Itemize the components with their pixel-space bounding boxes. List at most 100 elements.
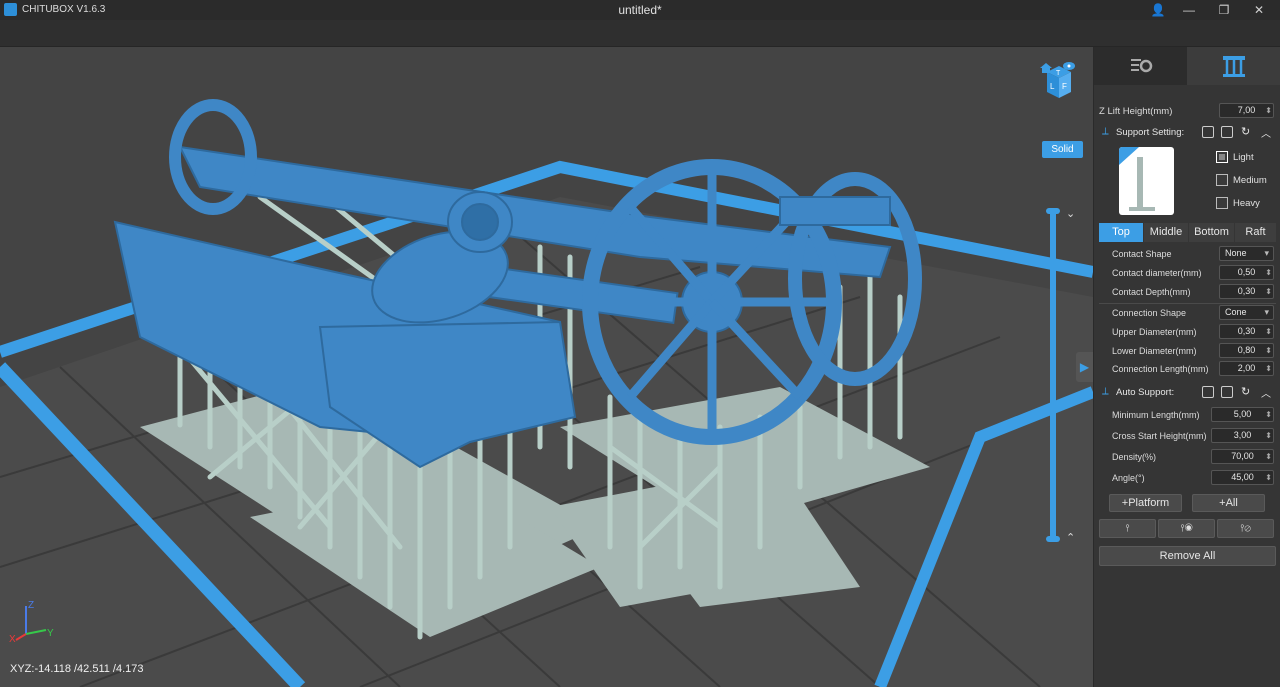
contact-diameter-label: Contact diameter(mm) bbox=[1112, 268, 1202, 278]
preset-heavy-checkbox[interactable] bbox=[1216, 197, 1228, 209]
density-row: Density(%) 70,00 bbox=[1094, 448, 1280, 466]
auto-support-header: ⟂ Auto Support: ↻ ︿ bbox=[1094, 383, 1280, 401]
connection-length-label: Connection Length(mm) bbox=[1112, 364, 1209, 374]
support-add-tool[interactable]: ⫯ bbox=[1099, 519, 1156, 538]
preset-medium-checkbox[interactable] bbox=[1216, 174, 1228, 186]
support-subtabs: Top Middle Bottom Raft bbox=[1099, 223, 1276, 242]
cross-start-row: Cross Start Height(mm) 3,00 bbox=[1094, 427, 1280, 445]
lower-diameter-input[interactable]: 0,80 bbox=[1219, 343, 1274, 358]
tab-raft[interactable]: Raft bbox=[1235, 223, 1276, 242]
tab-bottom[interactable]: Bottom bbox=[1189, 223, 1234, 242]
contact-shape-label: Contact Shape bbox=[1112, 249, 1172, 259]
render-mode-button[interactable]: Solid bbox=[1042, 141, 1083, 158]
document-title: untitled* bbox=[618, 3, 662, 17]
support-setting-label: Support Setting: bbox=[1116, 127, 1185, 138]
chevron-down-icon[interactable]: ⌄ bbox=[1066, 207, 1075, 220]
z-lift-input[interactable]: 7,00 bbox=[1219, 103, 1274, 118]
contact-shape-select[interactable]: None bbox=[1219, 246, 1274, 261]
tab-top[interactable]: Top bbox=[1099, 223, 1143, 242]
z-lift-label: Z Lift Height(mm) bbox=[1099, 106, 1173, 117]
tab-settings[interactable] bbox=[1094, 47, 1187, 85]
panel-tab-bar bbox=[1094, 47, 1280, 85]
connection-length-input[interactable]: 2,00 bbox=[1219, 361, 1274, 376]
z-lift-row: Z Lift Height(mm) 7,00 bbox=[1094, 102, 1280, 120]
support-select-icon: ⫯◉ bbox=[1180, 523, 1193, 534]
connection-shape-select[interactable]: Cone bbox=[1219, 305, 1274, 320]
support-setting-icon: ⟂ bbox=[1102, 126, 1109, 137]
reset-icon[interactable]: ↻ bbox=[1241, 385, 1250, 398]
auto-support-label: Auto Support: bbox=[1116, 387, 1175, 398]
support-delete-icon: ⫯⊘ bbox=[1240, 523, 1251, 534]
density-input[interactable]: 70,00 bbox=[1211, 449, 1274, 464]
auto-support-icon: ⟂ bbox=[1102, 386, 1109, 397]
import-icon[interactable] bbox=[1202, 386, 1214, 398]
support-select-tool[interactable]: ⫯◉ bbox=[1158, 519, 1215, 538]
preset-heavy-label: Heavy bbox=[1233, 198, 1260, 209]
contact-diameter-row: Contact diameter(mm) 0,50 bbox=[1094, 264, 1280, 282]
upper-diameter-label: Upper Diameter(mm) bbox=[1112, 327, 1197, 337]
density-label: Density(%) bbox=[1112, 452, 1157, 462]
support-icon bbox=[1222, 56, 1245, 77]
cross-start-input[interactable]: 3,00 bbox=[1211, 428, 1274, 443]
angle-input[interactable]: 45,00 bbox=[1211, 470, 1274, 485]
support-preview-image bbox=[1119, 147, 1174, 215]
collapse-icon[interactable]: ︿ bbox=[1261, 385, 1271, 400]
preset-light-checkbox[interactable] bbox=[1216, 151, 1228, 163]
min-length-input[interactable]: 5,00 bbox=[1211, 407, 1274, 422]
svg-text:Y: Y bbox=[47, 628, 54, 639]
upper-diameter-row: Upper Diameter(mm) 0,30 bbox=[1094, 323, 1280, 341]
reset-icon[interactable]: ↻ bbox=[1241, 125, 1250, 138]
preset-medium-label: Medium bbox=[1233, 175, 1267, 186]
contact-depth-input[interactable]: 0,30 bbox=[1219, 284, 1274, 299]
lower-diameter-row: Lower Diameter(mm) 0,80 bbox=[1094, 342, 1280, 360]
user-account-icon[interactable]: 👤 bbox=[1141, 0, 1175, 20]
preset-light-label: Light bbox=[1233, 152, 1254, 163]
close-button[interactable]: ✕ bbox=[1242, 0, 1276, 20]
restore-button[interactable]: ❐ bbox=[1207, 0, 1241, 20]
add-platform-button[interactable]: +Platform bbox=[1109, 494, 1182, 512]
support-add-icon: ⫯ bbox=[1125, 523, 1130, 534]
tab-support[interactable] bbox=[1187, 47, 1280, 85]
xyz-coordinate-readout: XYZ:-14.118 /42.511 /4.173 bbox=[10, 663, 144, 675]
panel-toggle-icon[interactable]: ▶ bbox=[1076, 352, 1093, 382]
layer-slider-top-handle[interactable] bbox=[1046, 208, 1060, 214]
connection-shape-label: Connection Shape bbox=[1112, 308, 1187, 318]
export-icon[interactable] bbox=[1221, 386, 1233, 398]
upper-diameter-input[interactable]: 0,30 bbox=[1219, 324, 1274, 339]
contact-depth-label: Contact Depth(mm) bbox=[1112, 287, 1191, 297]
svg-text:X: X bbox=[9, 634, 16, 644]
layer-slider-bottom-handle[interactable] bbox=[1046, 536, 1060, 542]
layer-slider[interactable] bbox=[1050, 210, 1056, 540]
tab-middle[interactable]: Middle bbox=[1144, 223, 1188, 242]
chevron-up-icon[interactable]: ⌃ bbox=[1066, 531, 1075, 544]
lower-diameter-label: Lower Diameter(mm) bbox=[1112, 346, 1197, 356]
right-panel: Z Lift Height(mm) 7,00 ⟂ Support Setting… bbox=[1093, 47, 1280, 687]
svg-text:L: L bbox=[1050, 82, 1055, 91]
remove-all-button[interactable]: Remove All bbox=[1099, 546, 1276, 566]
svg-text:T: T bbox=[1056, 70, 1061, 77]
svg-text:Z: Z bbox=[28, 600, 34, 611]
3d-viewport[interactable]: L F T Solid ⌄ ⌃ ▶ Z Y X XYZ:-14.118 /42.… bbox=[0, 47, 1093, 687]
min-length-label: Minimum Length(mm) bbox=[1112, 410, 1200, 420]
settings-list-icon bbox=[1130, 59, 1152, 73]
angle-row: Angle(°) 45,00 bbox=[1094, 469, 1280, 487]
collapse-icon[interactable]: ︿ bbox=[1261, 125, 1271, 140]
connection-shape-row: Connection Shape Cone bbox=[1094, 304, 1280, 322]
contact-depth-row: Contact Depth(mm) 0,30 bbox=[1094, 283, 1280, 301]
contact-shape-row: Contact Shape None bbox=[1094, 245, 1280, 263]
support-delete-tool[interactable]: ⫯⊘ bbox=[1217, 519, 1274, 538]
view-cube-icon[interactable]: L F T bbox=[1037, 60, 1077, 102]
toolbar bbox=[0, 20, 1280, 47]
minimize-button[interactable]: — bbox=[1172, 0, 1206, 20]
svg-text:F: F bbox=[1062, 82, 1067, 91]
contact-diameter-input[interactable]: 0,50 bbox=[1219, 265, 1274, 280]
add-all-button[interactable]: +All bbox=[1192, 494, 1265, 512]
connection-length-row: Connection Length(mm) 2,00 bbox=[1094, 360, 1280, 378]
angle-label: Angle(°) bbox=[1112, 473, 1145, 483]
support-setting-header: ⟂ Support Setting: ↻ ︿ bbox=[1094, 123, 1280, 141]
import-icon[interactable] bbox=[1202, 126, 1214, 138]
min-length-row: Minimum Length(mm) 5,00 bbox=[1094, 406, 1280, 424]
export-icon[interactable] bbox=[1221, 126, 1233, 138]
scene-render bbox=[0, 99, 1093, 687]
cross-start-label: Cross Start Height(mm) bbox=[1112, 431, 1207, 441]
